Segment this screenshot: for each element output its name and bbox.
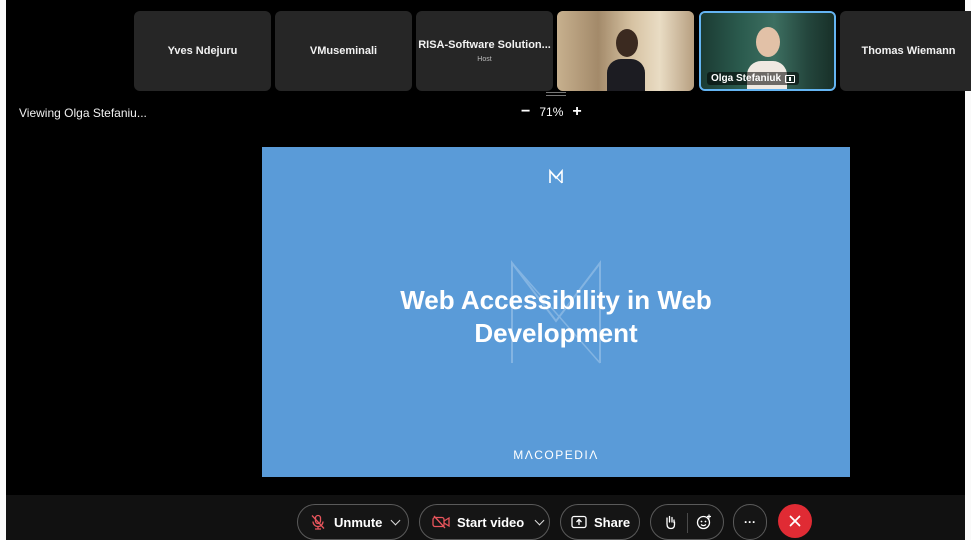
share-button[interactable]: Share xyxy=(560,504,640,540)
participant-name: RISA-Software Solution... xyxy=(418,39,551,51)
share-label: Share xyxy=(594,514,631,530)
chevron-down-icon[interactable] xyxy=(534,515,545,525)
participant-name: Yves Ndejuru xyxy=(167,45,238,57)
reactions-group xyxy=(650,504,724,540)
macopedia-logo-icon xyxy=(549,169,563,184)
zoom-control: − 71% + xyxy=(521,104,582,120)
participant-video-tile[interactable] xyxy=(557,11,694,91)
participant-figure xyxy=(607,59,645,91)
participant-figure xyxy=(616,29,638,57)
slide-title-line: Development xyxy=(474,318,638,348)
participant-tile[interactable]: VMuseminali xyxy=(275,11,412,91)
divider xyxy=(687,513,688,533)
video-off-icon xyxy=(432,515,450,529)
share-screen-icon xyxy=(571,515,587,529)
slide-title-line: Web Accessibility in Web xyxy=(400,285,712,315)
slide-brand: MΛCOPEDIΛ xyxy=(513,448,599,462)
zoom-in-button[interactable]: + xyxy=(572,104,581,120)
reactions-icon[interactable] xyxy=(696,514,712,530)
participant-tile[interactable]: Thomas Wiemann xyxy=(840,11,971,91)
viewing-label: Viewing Olga Stefaniu... xyxy=(19,106,147,120)
left-edge xyxy=(0,0,6,540)
end-call-button[interactable] xyxy=(778,504,812,538)
slide-title: Web Accessibility in Web Development xyxy=(262,284,850,350)
unmute-label: Unmute xyxy=(334,514,383,530)
muted-mic-icon xyxy=(311,514,325,530)
participant-name: Olga Stefaniuk xyxy=(711,73,782,84)
participant-figure xyxy=(756,27,780,57)
unmute-button[interactable]: Unmute xyxy=(297,504,409,540)
zoom-out-button[interactable]: − xyxy=(521,104,530,120)
host-badge: Host xyxy=(477,56,492,63)
shared-screen: Web Accessibility in Web Development MΛC… xyxy=(262,147,850,477)
more-icon: ··· xyxy=(744,515,756,529)
meeting-window: Yves Ndejuru VMuseminali RISA-Software S… xyxy=(0,0,971,540)
participant-name-label: Olga Stefaniuk xyxy=(707,72,800,85)
more-options-button[interactable]: ··· xyxy=(733,504,767,540)
sharing-screen-icon xyxy=(785,74,796,83)
raise-hand-icon[interactable] xyxy=(662,514,678,530)
participant-tile[interactable]: RISA-Software Solution... Host xyxy=(416,11,553,91)
start-video-label: Start video xyxy=(457,514,525,530)
start-video-button[interactable]: Start video xyxy=(419,504,550,540)
participant-name: VMuseminali xyxy=(309,45,378,57)
chevron-down-icon[interactable] xyxy=(390,515,401,525)
participant-video-tile-active[interactable]: Olga Stefaniuk xyxy=(699,11,836,91)
strip-resize-handle[interactable] xyxy=(546,92,566,96)
participant-name: Thomas Wiemann xyxy=(861,45,956,57)
zoom-level: 71% xyxy=(539,105,564,119)
close-icon xyxy=(789,515,801,527)
participant-tile[interactable]: Yves Ndejuru xyxy=(134,11,271,91)
